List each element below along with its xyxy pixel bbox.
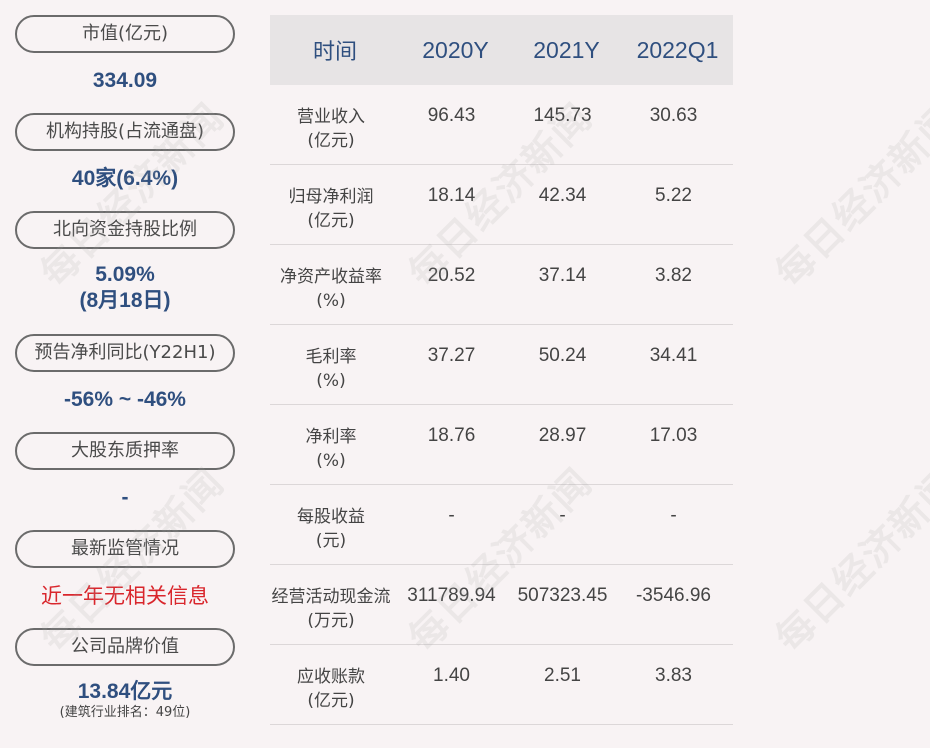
row-label: 毛利率 (%)	[266, 345, 396, 404]
row-label: 净利率 (%)	[266, 425, 396, 484]
row-label-name: 净资产收益率	[280, 267, 382, 287]
cell-value: 145.73	[533, 105, 592, 126]
cell-value: 28.97	[538, 425, 587, 446]
row-label-unit: (元)	[315, 531, 347, 551]
row-label-unit: (亿元)	[307, 131, 355, 151]
northbound-holding-date: (8月18日)	[79, 289, 171, 312]
cell-value: 3.83	[655, 665, 692, 686]
row-label-name: 应收账款	[297, 667, 365, 687]
cell-value: 50.24	[538, 345, 587, 366]
brand-value-amount: 13.84亿元	[77, 680, 173, 703]
row-label-unit: (%)	[316, 451, 346, 471]
row-label: 每股收益 (元)	[266, 505, 396, 564]
cell-value: 5.22	[655, 185, 692, 206]
row-label-name: 毛利率	[305, 347, 357, 367]
header-2022q1: 2022Q1	[636, 36, 719, 63]
table-row: 净资产收益率 (%) 20.52 37.14 3.82	[270, 245, 733, 325]
regulation-value: 近一年无相关信息	[41, 584, 209, 608]
brand-value: 13.84亿元 (建筑行业排名：49位)	[15, 666, 235, 726]
header-period: 时间	[312, 40, 357, 65]
institutional-holding-label: 机构持股(占流通盘)	[15, 113, 235, 151]
table-header: 时间 2020Y 2021Y 2022Q1	[270, 15, 733, 85]
cell-value: 37.14	[538, 265, 587, 286]
header-2020y: 2020Y	[422, 36, 489, 63]
northbound-holding-percent: 5.09%	[95, 263, 155, 286]
row-label: 营业收入 (亿元)	[266, 105, 396, 164]
profit-forecast-value: -56% ~ -46%	[64, 388, 186, 411]
cell-value: 3.82	[655, 265, 692, 286]
cell-value: 42.34	[538, 185, 587, 206]
northbound-holding-value: 5.09% (8月18日)	[15, 249, 235, 334]
row-label: 应收账款 (亿元)	[266, 665, 396, 724]
table-row: 净利率 (%) 18.76 28.97 17.03	[270, 405, 733, 485]
table-row: 营业收入 (亿元) 96.43 145.73 30.63	[270, 85, 733, 165]
row-label-name: 营业收入	[297, 107, 365, 127]
market-cap-value: 334.09	[92, 69, 158, 92]
northbound-holding-label: 北向资金持股比例	[15, 211, 235, 249]
cell-value: 17.03	[649, 425, 698, 446]
cell-value: 20.52	[427, 265, 476, 286]
cell-value: 1.40	[433, 665, 470, 686]
market-cap-label: 市值(亿元)	[15, 15, 235, 53]
regulation-label: 最新监管情况	[15, 530, 235, 568]
row-label-name: 净利率	[305, 427, 357, 447]
row-label-unit: (万元)	[307, 611, 355, 631]
cell-value: 311789.94	[407, 585, 496, 606]
pledge-ratio-label: 大股东质押率	[15, 432, 235, 470]
cell-value: 507323.45	[517, 585, 608, 606]
row-label-unit: (亿元)	[307, 691, 355, 711]
row-label: 经营活动现金流 (万元)	[266, 585, 396, 644]
cell-value: 18.14	[427, 185, 476, 206]
row-label: 净资产收益率 (%)	[266, 265, 396, 324]
cell-value: 2.51	[544, 665, 581, 686]
cell-value: -	[559, 505, 566, 526]
row-label-name: 归母净利润	[288, 187, 374, 207]
row-label-name: 经营活动现金流	[271, 587, 391, 607]
header-2021y: 2021Y	[533, 36, 600, 63]
watermark-text: 每日经济新闻	[767, 94, 930, 296]
cell-value: -	[448, 505, 455, 526]
watermark-text: 每日经济新闻	[767, 459, 930, 661]
table-row: 毛利率 (%) 37.27 50.24 34.41	[270, 325, 733, 405]
cell-value: -3546.96	[635, 585, 711, 606]
cell-value: -	[670, 505, 677, 526]
cell-value: 34.41	[649, 345, 698, 366]
cell-value: 96.43	[427, 105, 476, 126]
row-label: 归母净利润 (亿元)	[266, 185, 396, 244]
cell-value: 37.27	[427, 345, 476, 366]
cell-value: 30.63	[649, 105, 698, 126]
brand-value-rank-note: (建筑行业排名：49位)	[59, 705, 191, 720]
row-label-name: 每股收益	[297, 507, 365, 527]
table-row: 应收账款 (亿元) 1.40 2.51 3.83	[270, 645, 733, 725]
cell-value: 18.76	[427, 425, 476, 446]
table-row: 归母净利润 (亿元) 18.14 42.34 5.22	[270, 165, 733, 245]
financial-table: 时间 2020Y 2021Y 2022Q1 营业收入 (亿元) 96.43 14…	[270, 15, 733, 725]
institutional-holding-value: 40家(6.4%)	[71, 167, 179, 190]
table-row: 经营活动现金流 (万元) 311789.94 507323.45 -3546.9…	[270, 565, 733, 645]
key-metrics-panel: 市值(亿元) 334.09 机构持股(占流通盘) 40家(6.4%) 北向资金持…	[15, 15, 235, 726]
row-label-unit: (亿元)	[307, 211, 355, 231]
row-label-unit: (%)	[316, 291, 346, 311]
table-row: 每股收益 (元) - - -	[270, 485, 733, 565]
row-label-unit: (%)	[316, 371, 346, 391]
profit-forecast-label: 预告净利同比(Y22H1)	[15, 334, 235, 372]
brand-value-label: 公司品牌价值	[15, 628, 235, 666]
pledge-ratio-value: -	[121, 486, 129, 509]
